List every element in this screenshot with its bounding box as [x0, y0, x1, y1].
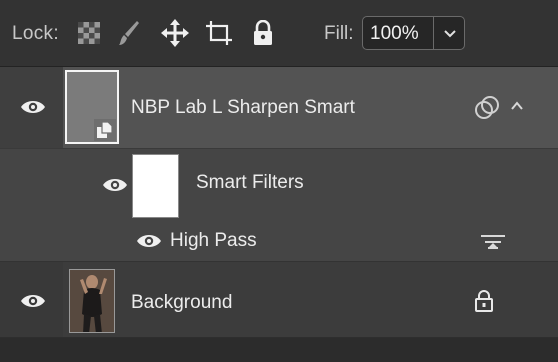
fill-dropdown[interactable]: 100%: [362, 16, 465, 50]
artboard-icon[interactable]: [204, 18, 234, 48]
smart-filters-effects-icon[interactable]: [473, 95, 501, 126]
fill-separator: [433, 17, 434, 49]
collapse-chevron-icon[interactable]: [508, 99, 526, 118]
filter-mask-thumbnail[interactable]: [132, 154, 179, 218]
layer-row-background[interactable]: Background: [0, 262, 558, 338]
brush-icon[interactable]: [114, 18, 144, 48]
eye-icon[interactable]: [102, 177, 128, 193]
smart-filters-label[interactable]: Smart Filters: [196, 172, 304, 194]
eye-icon[interactable]: [20, 293, 46, 309]
smart-object-badge-icon: [94, 119, 116, 141]
layer-row-smart-object[interactable]: NBP Lab L Sharpen Smart: [0, 67, 558, 149]
background-thumbnail[interactable]: [69, 269, 115, 333]
visibility-column[interactable]: [0, 262, 63, 337]
layer-name[interactable]: Background: [131, 292, 232, 314]
chevron-down-icon[interactable]: [441, 25, 459, 43]
blending-options-icon[interactable]: [480, 234, 506, 257]
smart-filters-row[interactable]: Smart Filters: [0, 149, 558, 221]
layer-name[interactable]: NBP Lab L Sharpen Smart: [131, 97, 355, 119]
lock-transparent-pixels-icon[interactable]: [74, 18, 104, 48]
padlock-icon: [474, 290, 494, 317]
visibility-column[interactable]: [0, 67, 63, 148]
eye-icon[interactable]: [20, 99, 46, 115]
move-icon[interactable]: [160, 18, 190, 48]
panel-bottom-area: [0, 338, 558, 362]
smart-object-thumbnail[interactable]: [65, 70, 119, 144]
lock-toolbar: Lock: Fill: 100%: [0, 0, 558, 67]
lock-label: Lock:: [12, 23, 59, 44]
filter-row-high-pass[interactable]: High Pass: [0, 221, 558, 262]
eye-icon[interactable]: [136, 233, 162, 249]
fill-value[interactable]: 100%: [370, 23, 419, 45]
filter-name[interactable]: High Pass: [170, 230, 257, 252]
fill-label: Fill:: [324, 23, 354, 44]
padlock-icon[interactable]: [248, 18, 278, 48]
